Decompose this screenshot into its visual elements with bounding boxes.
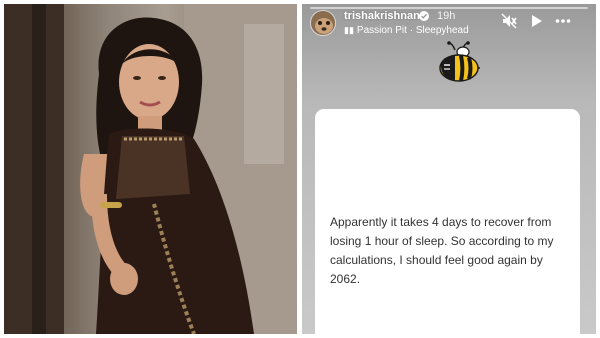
play-icon[interactable]: [528, 13, 544, 29]
story-timestamp: 19h: [437, 10, 456, 22]
music-bars-icon: ▮▮: [344, 25, 354, 35]
sleepy-bee-sticker-icon: [439, 41, 480, 82]
photo-panel: [4, 4, 297, 334]
avatar-dog-image: [311, 11, 335, 35]
story-text-card: Apparently it takes 4 days to recover fr…: [315, 109, 580, 334]
woman-in-saree-photo: [4, 4, 297, 334]
avatar[interactable]: [310, 10, 336, 36]
music-artist: Passion Pit: [356, 25, 407, 36]
music-attribution[interactable]: ▮▮ Passion Pit · Sleepyhead: [344, 25, 469, 36]
verified-badge-icon: [419, 11, 429, 21]
music-track: Sleepyhead: [415, 25, 469, 36]
music-separator: ·: [409, 25, 414, 36]
mute-icon[interactable]: [501, 13, 517, 29]
story-progress-bar: [310, 7, 588, 9]
instagram-story-panel: trishakrishnan 19h ▮▮ Passion Pit · Sleep…: [302, 4, 596, 334]
story-post-text: Apparently it takes 4 days to recover fr…: [330, 215, 554, 286]
story-username[interactable]: trishakrishnan: [344, 10, 420, 22]
more-options-icon[interactable]: [555, 13, 571, 29]
